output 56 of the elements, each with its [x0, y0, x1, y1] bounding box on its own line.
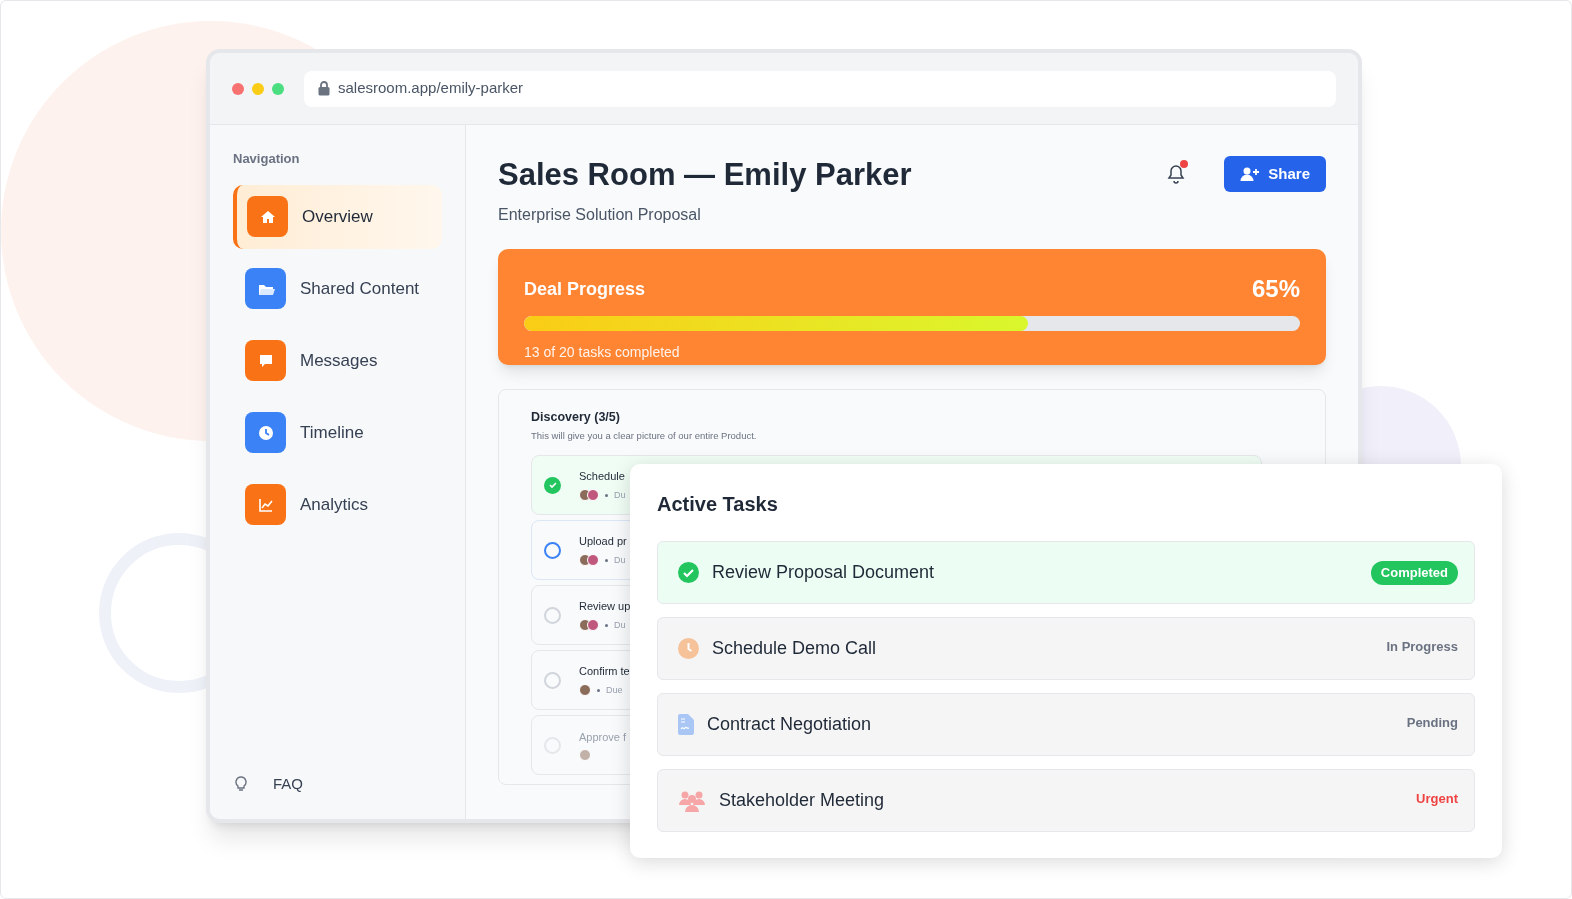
- nav-item[interactable]: Timeline: [233, 400, 442, 465]
- checkmark-icon: [547, 480, 558, 490]
- avatar: [579, 749, 591, 762]
- status-text: Urgent: [1416, 790, 1458, 808]
- deal-progress-title: Deal Progress: [524, 277, 646, 301]
- task-title: Review up: [579, 599, 631, 614]
- task-card[interactable]: Review Proposal Document Completed: [657, 541, 1475, 604]
- avatar: [587, 489, 599, 502]
- task-name: Schedule Demo Call: [712, 637, 877, 660]
- task-title: Approve f: [579, 729, 627, 745]
- lock-icon: [318, 81, 330, 96]
- task-card[interactable]: Stakeholder Meeting Urgent: [657, 769, 1475, 832]
- nav-item[interactable]: Analytics: [233, 472, 442, 537]
- page-title: Sales Room — Emily Parker: [498, 156, 912, 194]
- nav-item[interactable]: Shared Content: [233, 256, 442, 321]
- avatar: [587, 619, 599, 632]
- add-user-icon: [1240, 166, 1261, 182]
- avatar: [579, 684, 591, 697]
- panel-title: Active Tasks: [657, 492, 779, 517]
- url-text: salesroom.app/emily-parker: [338, 78, 524, 99]
- task-name: Stakeholder Meeting: [719, 789, 885, 812]
- section-description: This will give you a clear picture of our entire Product.: [531, 428, 758, 443]
- page-subtitle: Enterprise Solution Proposal: [498, 205, 702, 225]
- task-card[interactable]: Contract Negotiation Pending: [657, 693, 1475, 756]
- share-button[interactable]: Share: [1224, 156, 1326, 192]
- document-icon: [678, 714, 694, 735]
- status-badge: Completed: [1370, 560, 1458, 585]
- avatar: [579, 489, 591, 502]
- status-text: In Progress: [1386, 638, 1458, 656]
- deal-progress-percent: 65%: [1251, 274, 1300, 304]
- due-text: Du: [614, 488, 626, 502]
- due-text: Du: [614, 553, 626, 567]
- section-title: Discovery (3/5): [531, 409, 621, 426]
- task-title: Schedule: [579, 469, 626, 484]
- nav-item[interactable]: Messages: [233, 328, 442, 393]
- due-text: Du: [614, 618, 626, 632]
- faq-link[interactable]: FAQ: [273, 772, 303, 795]
- lightbulb-icon: [235, 775, 247, 792]
- avatar: [587, 554, 599, 567]
- task-card[interactable]: Schedule Demo Call In Progress: [657, 617, 1475, 680]
- nav-item[interactable]: Overview: [233, 184, 442, 249]
- address-bar[interactable]: salesroom.app/emily-parker: [304, 70, 1336, 107]
- bell-icon: [1167, 164, 1186, 184]
- clock-icon: [678, 638, 699, 659]
- checkbox[interactable]: [544, 541, 561, 559]
- task-name: Review Proposal Document: [712, 561, 935, 584]
- check-circle-icon: [678, 562, 699, 583]
- status-text: Pending: [1406, 714, 1458, 732]
- people-icon: [678, 789, 706, 812]
- checkbox[interactable]: [544, 476, 561, 494]
- deal-progress-caption: 13 of 20 tasks completed: [524, 343, 681, 362]
- task-name: Contract Negotiation: [707, 713, 872, 736]
- sidebar-heading: Navigation: [233, 150, 301, 168]
- due-text: Due: [606, 683, 623, 697]
- task-title: Confirm te: [579, 664, 630, 679]
- task-title: Upload pr: [579, 534, 627, 549]
